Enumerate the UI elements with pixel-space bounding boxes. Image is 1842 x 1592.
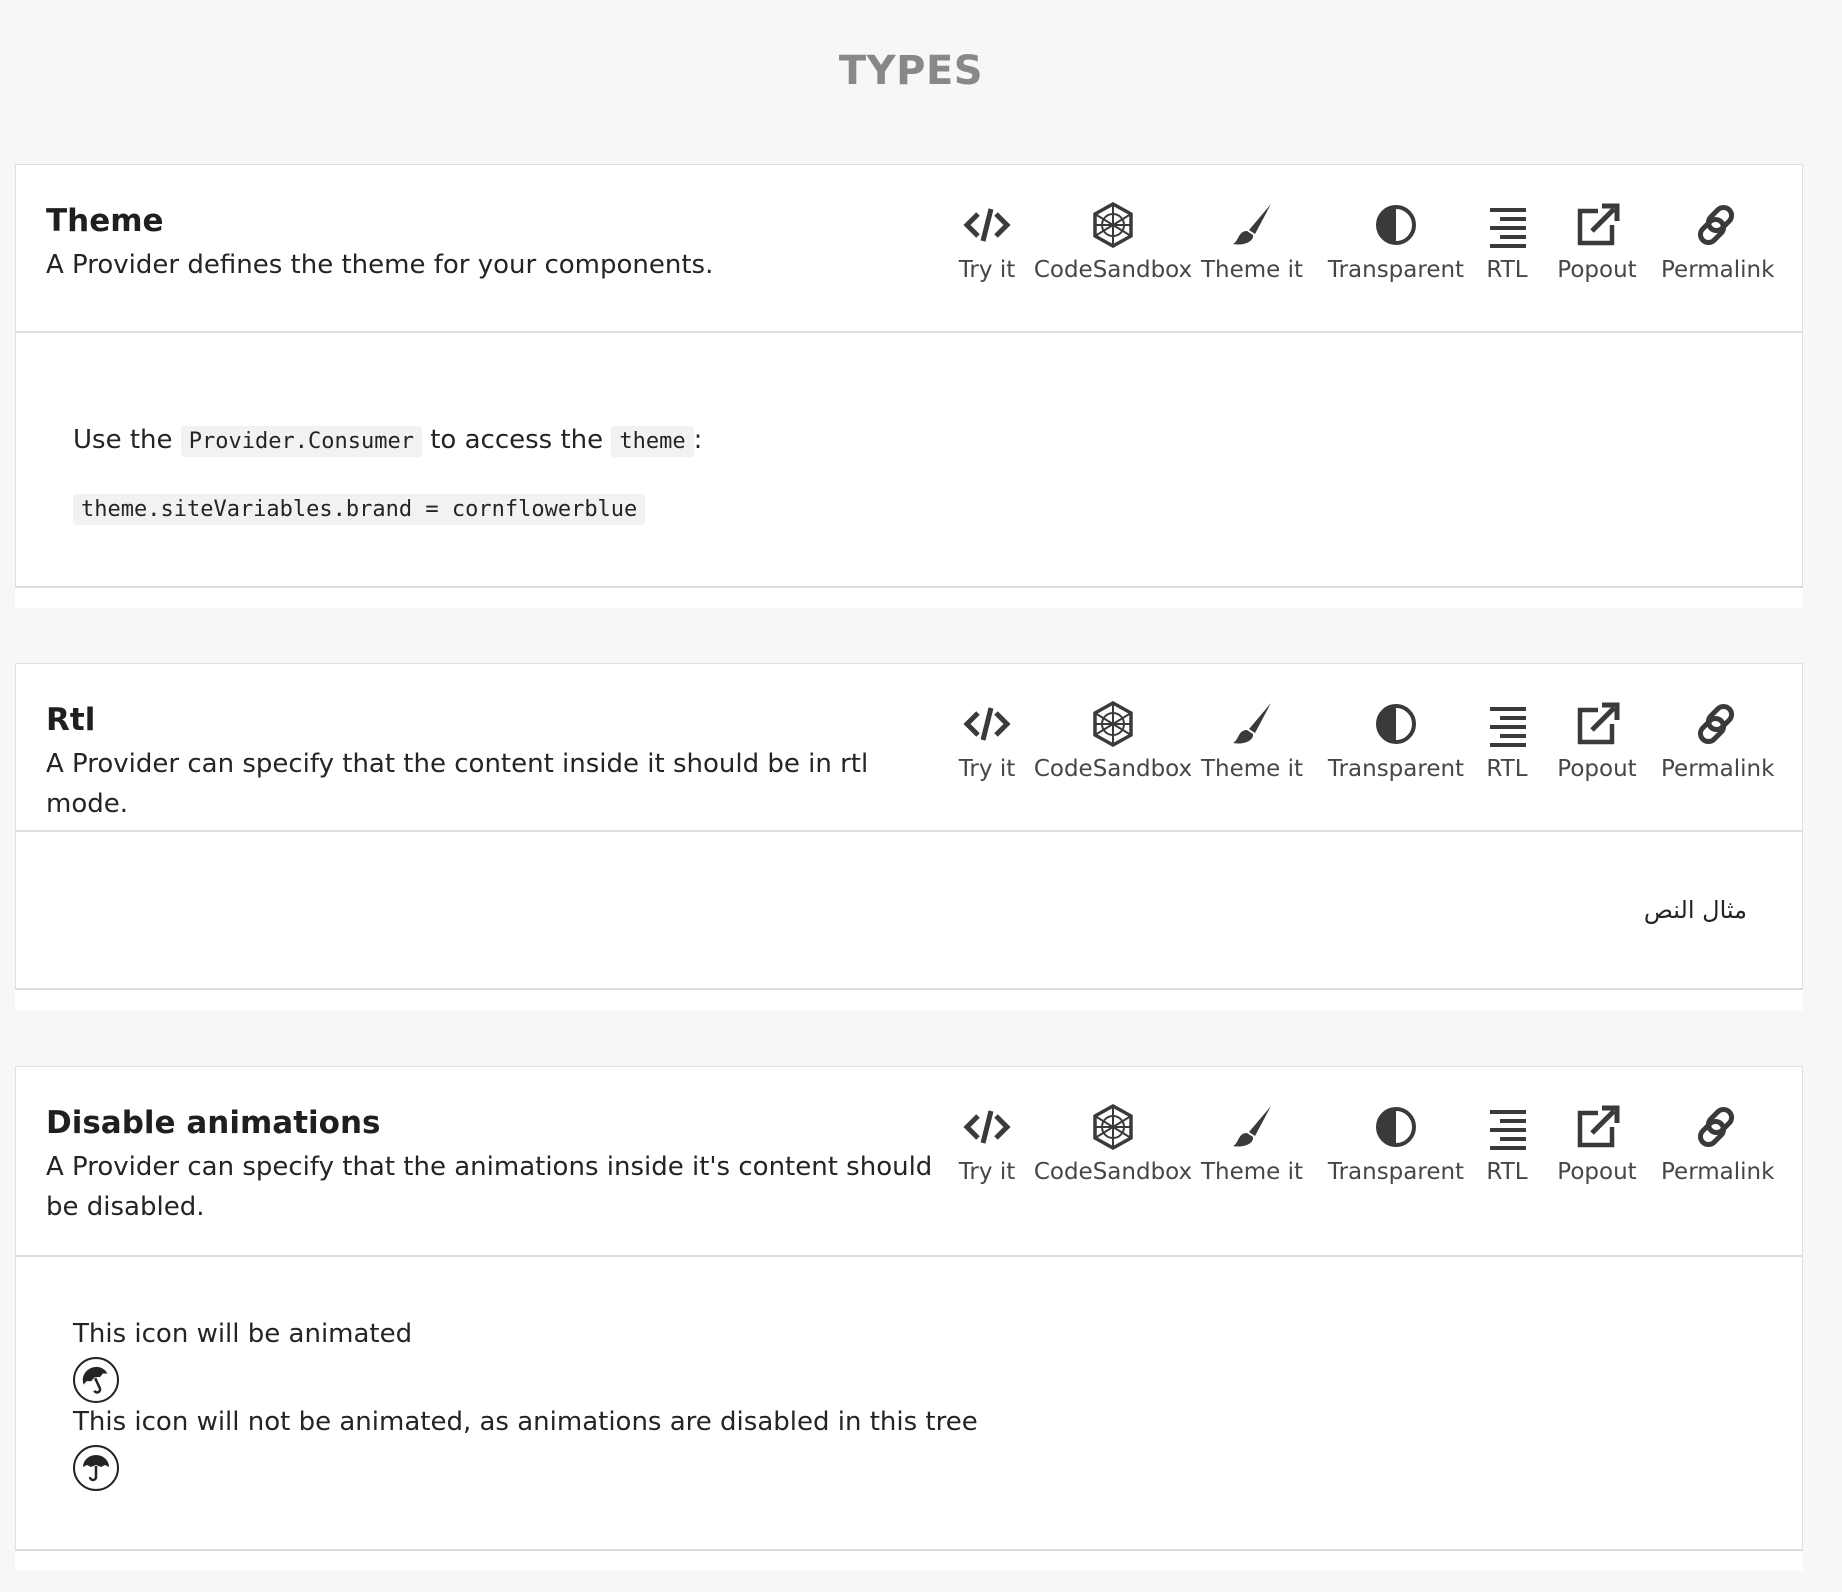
tool-popout[interactable]: Popout — [1547, 699, 1647, 799]
tool-label: Permalink — [1661, 1159, 1775, 1185]
example-description: A Provider can specify that the animatio… — [46, 1152, 933, 1222]
page-title: TYPES — [838, 48, 984, 94]
tool-permalink[interactable]: Permalink — [1661, 699, 1775, 799]
tool-label: Try it — [958, 756, 1016, 782]
code-icon — [963, 707, 1011, 741]
paint-brush-icon — [1233, 703, 1271, 744]
card-shadow — [15, 586, 1803, 608]
tool-theme-it[interactable]: Theme it — [1197, 1102, 1307, 1202]
tool-transparent[interactable]: Transparent — [1321, 1102, 1471, 1202]
tool-label: Transparent — [1327, 1159, 1465, 1185]
tool-try-it[interactable]: Try it — [947, 200, 1027, 300]
tool-label: Theme it — [1200, 756, 1304, 782]
tool-label: CodeSandbox — [1033, 756, 1193, 782]
umbrella-icon-shape — [83, 1455, 109, 1482]
instruction-mid: to access the — [430, 425, 604, 455]
example-title: Disable animations — [46, 1105, 381, 1141]
example-toolbar: Try it CodeSandbox Theme it Transparent … — [947, 200, 1774, 300]
code-line-wrapper: theme.siteVariables.brand = cornflowerbl… — [73, 493, 646, 525]
instruction-suffix: : — [693, 425, 703, 455]
link-icon — [1697, 204, 1735, 246]
tool-label: Permalink — [1661, 257, 1775, 283]
code-icon — [963, 208, 1011, 242]
animated-caption: This icon will be animated — [73, 1319, 413, 1349]
code-line-brand: theme.siteVariables.brand = cornflowerbl… — [73, 494, 646, 525]
tool-permalink[interactable]: Permalink — [1661, 200, 1775, 300]
link-icon — [1697, 703, 1735, 745]
tool-label: Transparent — [1327, 756, 1465, 782]
tool-rtl[interactable]: RTL — [1477, 200, 1537, 300]
tool-label: Transparent — [1327, 257, 1465, 283]
align-right-icon — [1490, 208, 1526, 248]
tool-label: Theme it — [1200, 1159, 1304, 1185]
align-right-icon — [1490, 707, 1526, 747]
tool-try-it[interactable]: Try it — [947, 1102, 1027, 1202]
example-toolbar: Try it CodeSandbox Theme it Transparent … — [947, 699, 1774, 799]
tool-label: Theme it — [1200, 257, 1304, 283]
paint-brush-icon — [1233, 1106, 1271, 1147]
external-link-icon — [1577, 1105, 1620, 1148]
example-header: Disable animations A Provider can specif… — [16, 1067, 1802, 1257]
paint-brush-icon — [1233, 204, 1271, 245]
example-header: Theme A Provider defines the theme for y… — [16, 165, 1802, 333]
example-card-disable-animations: Disable animations A Provider can specif… — [15, 1066, 1803, 1552]
tool-theme-it[interactable]: Theme it — [1197, 699, 1307, 799]
tool-codesandbox[interactable]: CodeSandbox — [1025, 200, 1201, 300]
example-header: Rtl A Provider can specify that the cont… — [16, 664, 1802, 832]
tool-transparent[interactable]: Transparent — [1321, 200, 1471, 300]
umbrella-icon — [73, 1445, 119, 1491]
card-shadow — [15, 1549, 1803, 1571]
codesandbox-icon — [1093, 201, 1133, 249]
example-card-rtl: Rtl A Provider can specify that the cont… — [15, 663, 1803, 991]
example-card-theme: Theme A Provider defines the theme for y… — [15, 164, 1803, 589]
align-right-icon — [1490, 1110, 1526, 1150]
consumer-instruction: Use the Provider.Consumer to access the … — [73, 425, 703, 457]
codesandbox-icon — [1093, 700, 1133, 748]
contrast-icon — [1376, 1107, 1416, 1147]
tool-label: RTL — [1486, 756, 1528, 782]
tool-label: Try it — [958, 1159, 1016, 1185]
inline-code-theme: theme — [611, 426, 694, 457]
card-shadow — [15, 988, 1803, 1010]
example-description: A Provider defines the theme for your co… — [46, 250, 714, 280]
rtl-sample-text: مثال النص — [1643, 896, 1747, 924]
tool-label: CodeSandbox — [1033, 257, 1193, 283]
contrast-icon — [1376, 205, 1416, 245]
tool-label: RTL — [1486, 257, 1528, 283]
tool-try-it[interactable]: Try it — [947, 699, 1027, 799]
tool-popout[interactable]: Popout — [1547, 1102, 1647, 1202]
tool-label: Try it — [958, 257, 1016, 283]
example-title: Theme — [46, 203, 164, 239]
external-link-icon — [1577, 702, 1620, 745]
example-toolbar: Try it CodeSandbox Theme it Transparent … — [947, 1102, 1774, 1202]
tool-label: Permalink — [1661, 756, 1775, 782]
tool-label: Popout — [1557, 756, 1637, 782]
tool-rtl[interactable]: RTL — [1477, 1102, 1537, 1202]
tool-label: RTL — [1486, 1159, 1528, 1185]
tool-transparent[interactable]: Transparent — [1321, 699, 1471, 799]
link-icon — [1697, 1106, 1735, 1148]
external-link-icon — [1577, 203, 1620, 246]
tool-label: CodeSandbox — [1033, 1159, 1193, 1185]
umbrella-icon — [73, 1357, 119, 1403]
example-title: Rtl — [46, 702, 96, 738]
tool-codesandbox[interactable]: CodeSandbox — [1025, 1102, 1201, 1202]
tool-label: Popout — [1557, 257, 1637, 283]
codesandbox-icon — [1093, 1103, 1133, 1151]
umbrella-icon-shape — [82, 1366, 108, 1394]
tool-rtl[interactable]: RTL — [1477, 699, 1537, 799]
example-description: A Provider can specify that the content … — [46, 749, 869, 819]
tool-codesandbox[interactable]: CodeSandbox — [1025, 699, 1201, 799]
instruction-prefix: Use the — [73, 425, 173, 455]
tool-theme-it[interactable]: Theme it — [1197, 200, 1307, 300]
tool-permalink[interactable]: Permalink — [1661, 1102, 1775, 1202]
code-icon — [963, 1110, 1011, 1144]
static-caption: This icon will not be animated, as anima… — [73, 1407, 978, 1437]
inline-code-provider-consumer: Provider.Consumer — [180, 426, 422, 457]
contrast-icon — [1376, 704, 1416, 744]
tool-popout[interactable]: Popout — [1547, 200, 1647, 300]
tool-label: Popout — [1557, 1159, 1637, 1185]
